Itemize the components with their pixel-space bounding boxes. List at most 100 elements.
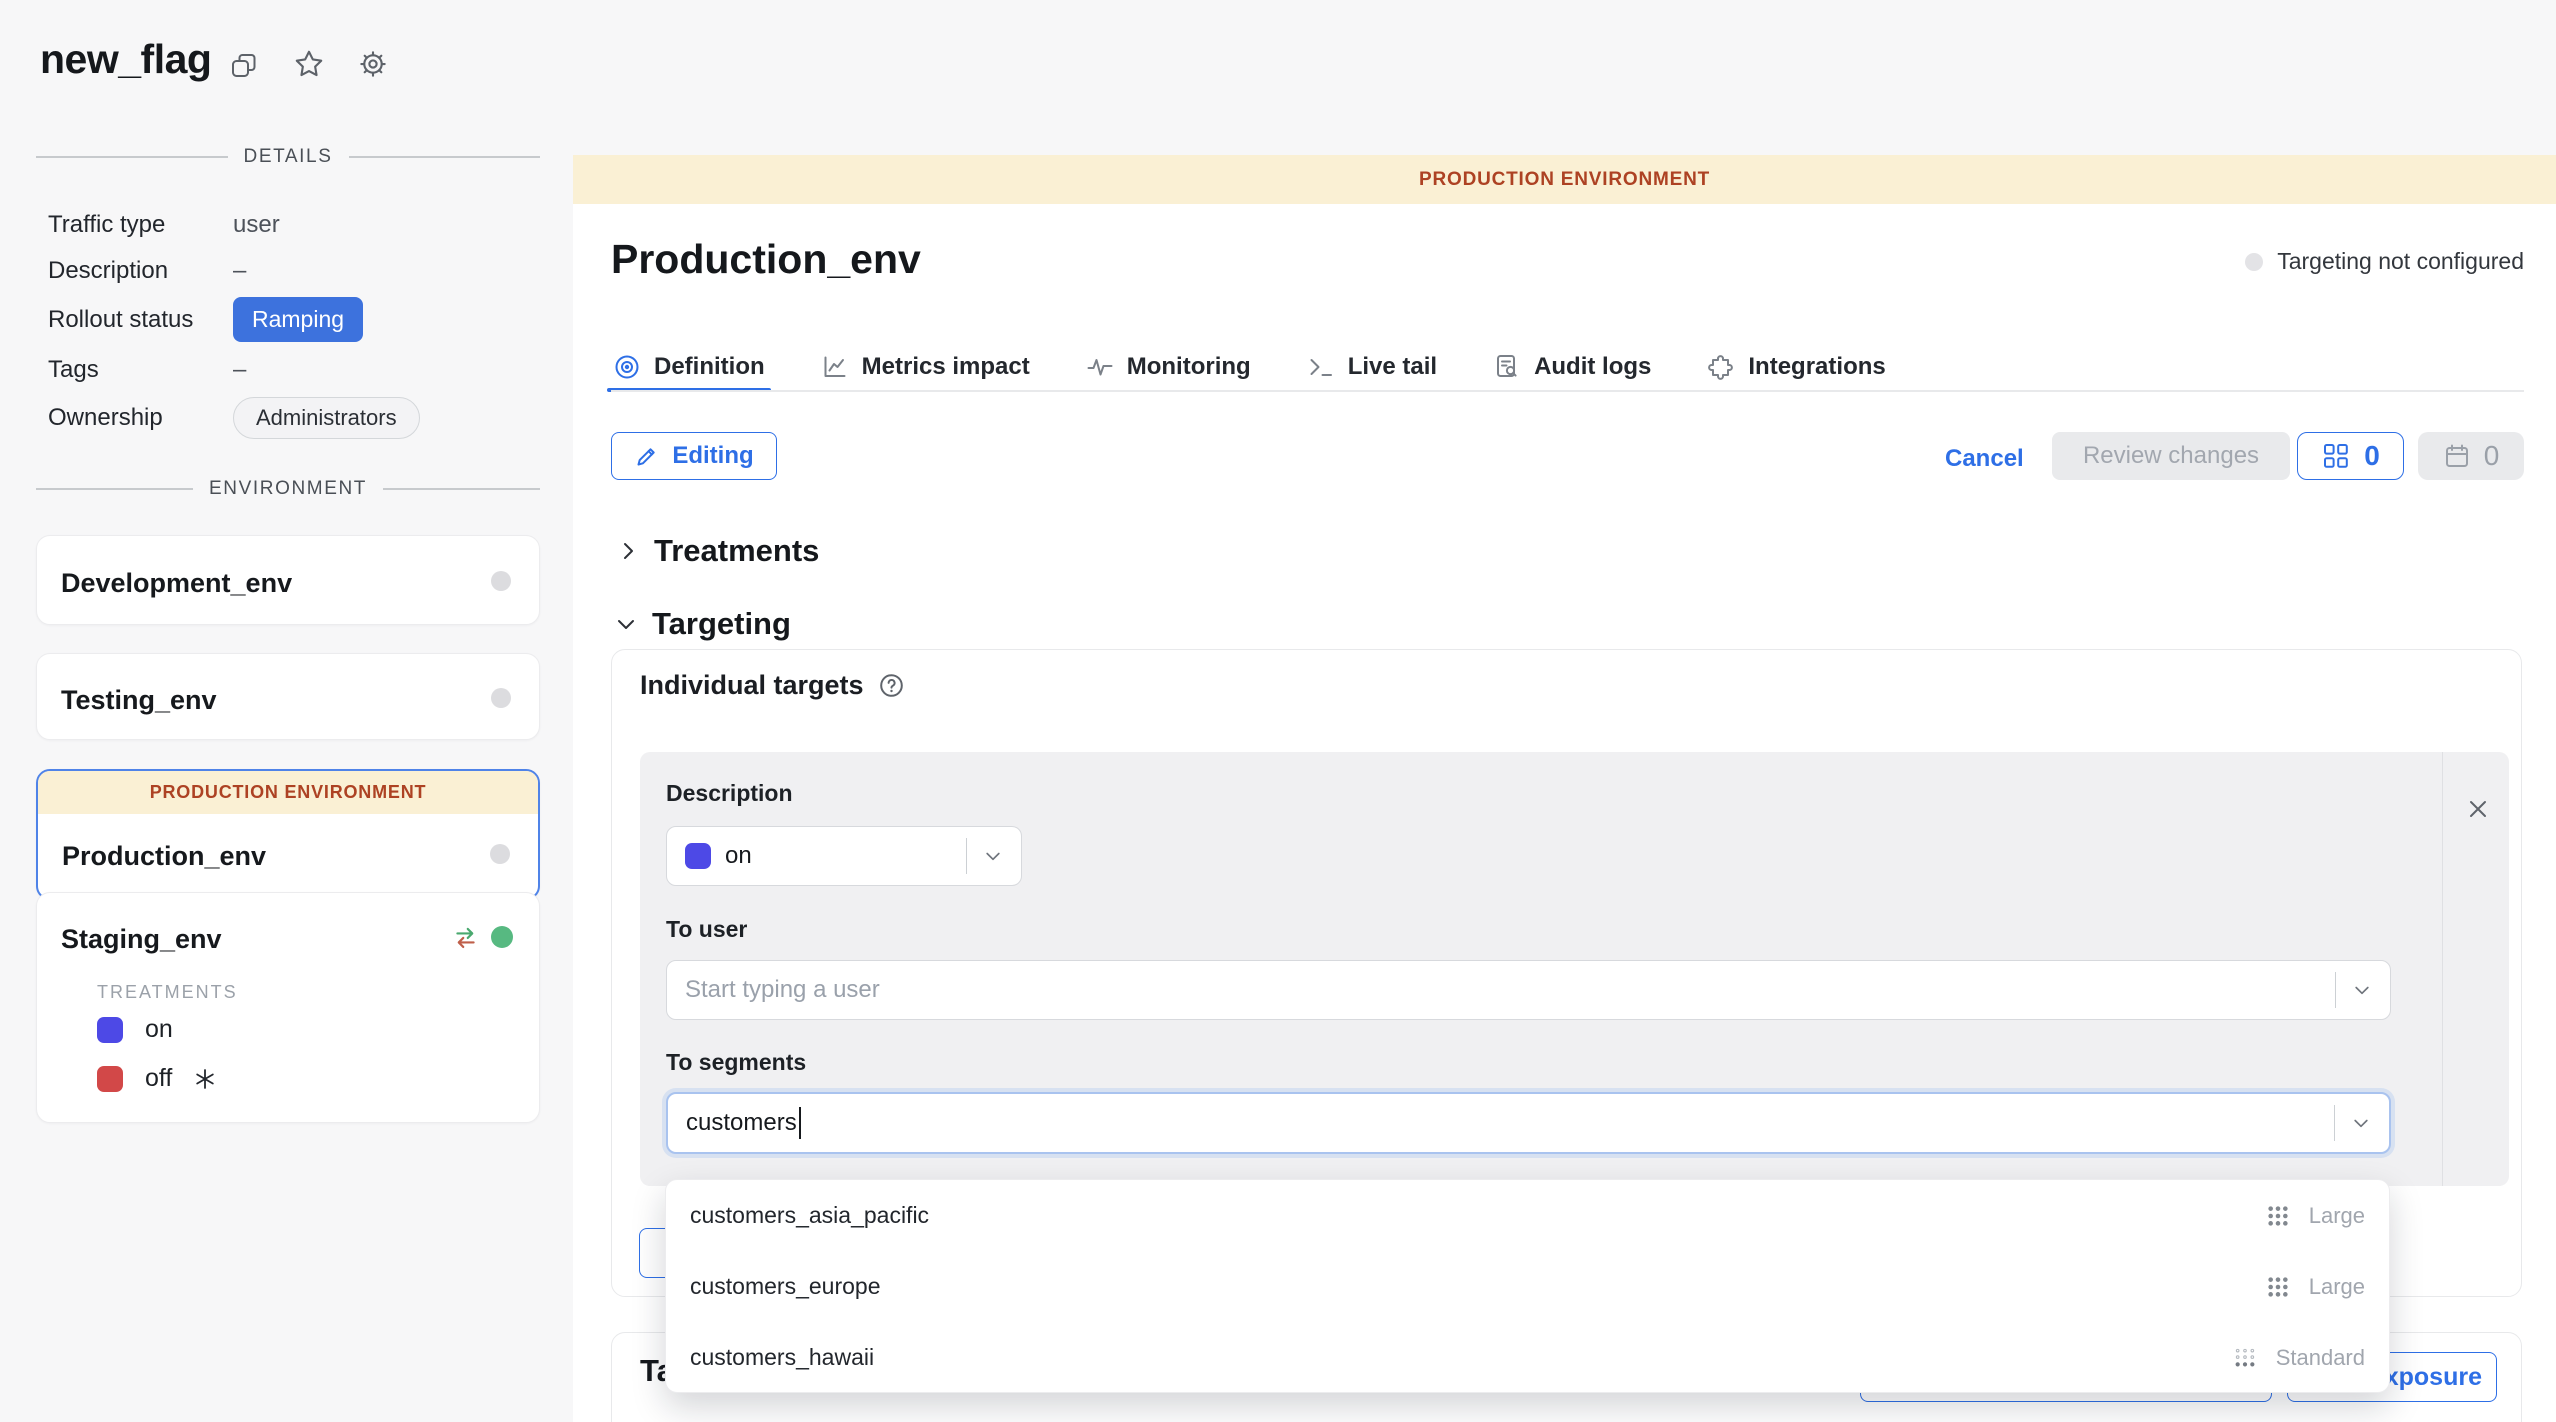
large-segment-grid-icon [2267,1276,2289,1298]
tab-label: Monitoring [1127,353,1251,381]
dropdown-item-customers-asia-pacific[interactable]: customers_asia_pacific Large [666,1180,2389,1251]
tabs-divider [611,390,2524,392]
to-user-label: To user [666,916,747,943]
segment-size-label: Large [2309,1274,2365,1300]
env-card-testing[interactable]: Testing_env [36,653,540,740]
exposure-button-label: xposure [2385,1363,2482,1392]
dropdown-item-customers-hawaii[interactable]: customers_hawaii Standard [666,1322,2389,1393]
to-segments-input-value: customers [686,1109,797,1137]
detail-value-traffic-type: user [233,211,280,239]
segment-size-label: Standard [2276,1345,2365,1371]
target-icon [613,353,641,381]
environment-divider: ENVIRONMENT [36,478,540,500]
treatment-on-swatch [97,1017,123,1043]
close-icon[interactable] [2465,796,2491,822]
dropdown-item-customers-europe[interactable]: customers_europe Large [666,1251,2389,1322]
section-targeting[interactable]: Targeting [614,606,791,642]
puzzle-icon [1707,353,1735,381]
pulse-icon [1086,353,1114,381]
detail-label-tags: Tags [48,356,99,384]
detail-value-tags: – [233,356,246,384]
treatment-select-value: on [725,842,752,870]
details-section-label: DETAILS [244,146,333,168]
chevron-down-icon[interactable] [983,846,1003,866]
sidebar: new_flag DETAILS Traffic type user Descr… [0,0,573,1422]
env-name-testing: Testing_env [61,685,217,716]
review-changes-button[interactable]: Review changes [2052,432,2290,480]
chevron-right-icon [616,539,640,563]
tab-monitoring[interactable]: Monitoring [1084,344,1253,390]
pencil-icon [634,443,660,469]
copy-icon[interactable] [228,50,260,82]
text-caret [799,1107,802,1139]
ownership-badge: Administrators [233,397,420,439]
editing-button[interactable]: Editing [611,432,777,480]
changes-count: 0 [2364,440,2380,472]
treatments-label: TREATMENTS [97,982,238,1003]
env-card-development[interactable]: Development_env [36,535,540,625]
env-card-production[interactable]: PRODUCTION ENVIRONMENT Production_env [36,769,540,900]
env-status-dot [491,688,511,708]
calendar-icon [2443,442,2471,470]
tab-live-tail[interactable]: Live tail [1305,344,1439,390]
env-name-development: Development_env [61,568,292,599]
detail-label-description: Description [48,257,168,285]
chevron-down-icon[interactable] [2351,1113,2371,1133]
treatment-off-swatch [97,1066,123,1092]
to-user-input[interactable] [685,976,2335,1004]
select-divider [2335,972,2337,1008]
audit-log-icon [1493,353,1521,381]
production-env-card-banner: PRODUCTION ENVIRONMENT [38,771,538,814]
details-divider: DETAILS [36,146,540,168]
sync-arrows-icon [452,924,479,951]
env-name-staging: Staging_env [61,924,222,955]
segment-name: customers_europe [690,1273,881,1300]
chevron-down-icon [614,612,638,636]
env-status-dot [491,571,511,591]
env-status-dot-active [491,926,513,948]
tab-metrics-impact[interactable]: Metrics impact [819,344,1032,390]
tabs: Definition Metrics impact Monitoring Liv… [611,344,1888,390]
individual-targets-heading: Individual targets [640,670,864,701]
grid-icon [2321,441,2351,471]
tab-label: Live tail [1348,353,1437,381]
tab-integrations[interactable]: Integrations [1705,344,1887,390]
targeting-section-label: Targeting [652,606,791,642]
cancel-button[interactable]: Cancel [1945,445,2024,473]
tab-definition[interactable]: Definition [611,344,767,390]
treatment-row-off: off [97,1064,216,1093]
gear-icon[interactable] [356,47,390,81]
to-user-combo[interactable] [666,960,2391,1020]
large-segment-grid-icon [2267,1205,2289,1227]
treatment-on-swatch [685,843,711,869]
targeting-status: Targeting not configured [2245,248,2524,275]
tab-label: Integrations [1748,353,1885,381]
schedule-counter-button[interactable]: 0 [2418,432,2524,480]
to-segments-combo[interactable]: customers [666,1092,2391,1154]
production-environment-banner-text: PRODUCTION ENVIRONMENT [1419,169,1710,191]
changes-counter-button[interactable]: 0 [2297,432,2404,480]
star-icon[interactable] [292,47,326,81]
env-name-production: Production_env [62,841,266,872]
detail-label-traffic-type: Traffic type [48,211,165,239]
main-content: PRODUCTION ENVIRONMENT Production_env Ta… [573,0,2556,1422]
treatment-on-label: on [145,1015,173,1044]
schedule-count: 0 [2484,440,2500,472]
production-environment-banner: PRODUCTION ENVIRONMENT [573,155,2556,204]
tab-label: Metrics impact [862,353,1030,381]
help-icon[interactable] [879,673,904,698]
chevron-down-icon[interactable] [2352,980,2372,1000]
tab-audit-logs[interactable]: Audit logs [1491,344,1653,390]
section-treatments[interactable]: Treatments [616,533,819,569]
env-card-staging[interactable]: Staging_env TREATMENTS on off [36,892,540,1123]
rollout-status-badge: Ramping [233,297,363,342]
to-segments-label: To segments [666,1049,806,1076]
description-label: Description [666,780,793,807]
environment-section-label: ENVIRONMENT [209,478,367,500]
treatment-select[interactable]: on [666,826,1022,886]
individual-targets-header: Individual targets [640,670,904,701]
env-status-dot [490,844,510,864]
standard-segment-grid-icon [2234,1347,2256,1369]
segments-dropdown: customers_asia_pacific Large customers_e… [665,1179,2390,1393]
terminal-icon [1307,353,1335,381]
